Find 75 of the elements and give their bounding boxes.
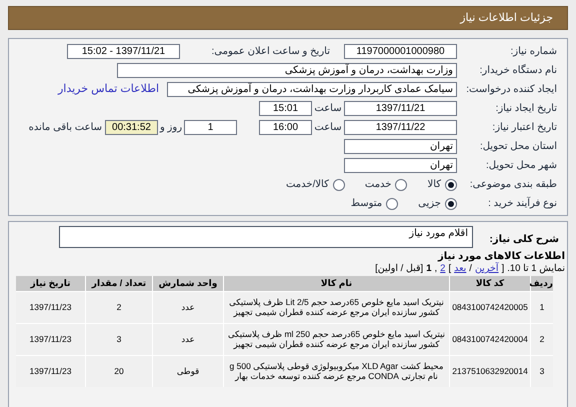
table-cell: 1397/11/23 (16, 292, 85, 323)
description-field[interactable]: اقلام مورد نیاز (59, 226, 473, 248)
table-cell: 1397/11/23 (16, 324, 85, 355)
field-label: استان محل تحویل: (478, 140, 557, 154)
pager-text: [ (502, 263, 504, 275)
pager-summary: نمایش 1 تا 10. (507, 263, 565, 275)
table-cell: 2 (531, 324, 553, 355)
column-header: ردیف (531, 276, 553, 291)
field-label: طبقه بندی موضوعی: (468, 178, 557, 192)
text-field[interactable]: 1397/11/22 (344, 120, 457, 135)
page-title: جزئیات اطلاعات نیاز (460, 10, 553, 26)
table-cell: 2137510632920014 (450, 356, 530, 387)
table-cell: نیتریک اسید مایع خلوص 65درصد حجم Lit 2/5 ظرف پلاستیکی کشور سازنده ایران مرجع عرضه کننده قطران شیمی تجهیز (224, 292, 449, 323)
column-header: کد کالا (450, 276, 530, 291)
radio-button[interactable] (386, 198, 398, 210)
radio-label: خدمت (364, 178, 392, 192)
contact-link[interactable]: اطلاعات تماس خریدار (58, 81, 159, 98)
table-cell: قوطی (153, 356, 223, 387)
field-label: نام دستگاه خریدار: (478, 63, 557, 78)
radio-label: متوسط (350, 197, 382, 211)
pager-link[interactable]: آخرین (474, 263, 499, 275)
section-title: اطلاعات کالاهای مورد نیاز (436, 250, 565, 262)
field-label: نوع فرآیند خرید : (487, 196, 557, 211)
text-field[interactable]: 1397/11/21 - 15:02 (67, 44, 180, 59)
field-label: ساعت باقی مانده (28, 121, 102, 135)
radio-button[interactable] (332, 178, 345, 190)
text-field[interactable]: 1197000001000980 (344, 44, 457, 59)
text-field[interactable]: تهران (344, 139, 457, 154)
radio-label: جزیی (418, 197, 441, 211)
field-label: روز و (158, 121, 184, 135)
description-label: شرح کلی نیاز: (488, 233, 559, 247)
table-cell: 2 (86, 292, 152, 323)
table-cell: 1 (531, 292, 553, 323)
pager-text: [قبل / اولین] (375, 263, 424, 275)
table-cell: محیط کشت XLD Agar میکروبیولوژی قوطی پلاستیکی 500 g نام تجارتی CONDA مرجع عرضه کننده توسعه خدمات بهار (224, 356, 449, 387)
field-label: تاریخ ایجاد نیاز: (494, 102, 557, 116)
pager-text: / (469, 263, 472, 275)
text-field[interactable]: 15:01 (259, 101, 312, 116)
text-field[interactable]: 16:00 (259, 120, 312, 135)
column-header: تاریخ نیاز (16, 276, 85, 291)
pager-text: ] (448, 263, 452, 275)
radio-button[interactable] (445, 178, 457, 190)
field-label: تاریخ اعتبار نیاز: (491, 121, 557, 135)
column-header: نام کالا (224, 276, 449, 291)
radio-button[interactable] (445, 198, 457, 210)
field-label: شهر محل تحویل: (485, 159, 557, 173)
column-header: تعداد / مقدار (86, 276, 152, 291)
pager-text: , (434, 263, 438, 275)
radio-label: کالا/خدمت (286, 178, 329, 192)
pager-link[interactable]: بعد (454, 263, 466, 275)
field-label: تاریخ و ساعت اعلان عمومی: (210, 45, 330, 59)
field-label: ساعت (313, 121, 343, 135)
text-field[interactable]: 00:31:52 (105, 120, 158, 135)
current-page: 1 (426, 263, 432, 275)
table-cell: 3 (86, 324, 152, 355)
table-cell: 1397/11/23 (16, 356, 85, 387)
radio-label: کالا (427, 178, 441, 192)
text-field[interactable]: وزارت بهداشت، درمان و آموزش پزشکی (117, 63, 457, 78)
table-cell: عدد (153, 324, 223, 355)
field-label: ساعت (313, 102, 343, 116)
table-cell: 3 (531, 356, 553, 387)
table-cell: نیتریک اسید مایع خلوص 65درصد حجم ml 250 ظرف پلاستیکی کشور سازنده ایران مرجع عرضه کننده قطران شیمی تجهیز (224, 324, 449, 355)
pager-link[interactable]: 2 (440, 263, 446, 275)
table-cell: 20 (86, 356, 152, 387)
text-field[interactable]: سیامک عمادی کاربردار وزارت بهداشت، درمان و آموزش پزشکی (167, 82, 457, 97)
text-field[interactable]: تهران (344, 158, 457, 173)
text-field[interactable]: 1397/11/21 (344, 101, 457, 116)
table-cell: 0843100742420005 (450, 292, 530, 323)
field-label: شماره نیاز: (509, 45, 557, 59)
table-cell: عدد (153, 292, 223, 323)
column-header: واحد شمارش (153, 276, 223, 291)
radio-button[interactable] (395, 178, 408, 190)
text-field[interactable]: 1 (184, 120, 237, 135)
field-label: ایجاد کننده درخواست: (465, 83, 557, 97)
table-cell: 0843100742420004 (450, 324, 530, 355)
